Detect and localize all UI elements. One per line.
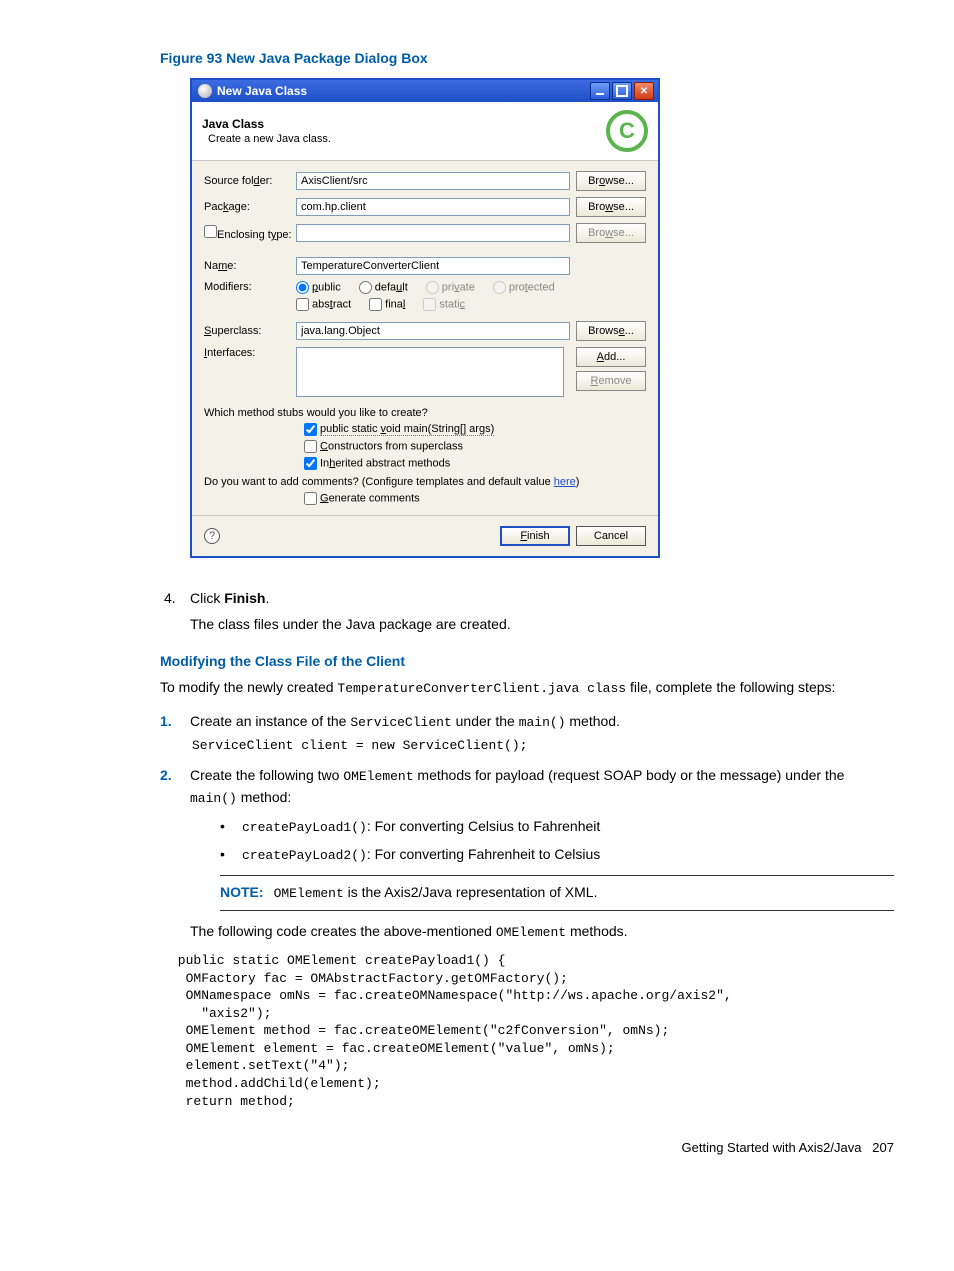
dialog-header-title: Java Class [202, 117, 606, 131]
modifiers-label: Modifiers: [204, 281, 296, 293]
code-createpayload: public static OMElement createPayload1()… [170, 952, 894, 1110]
browse-superclass-button[interactable]: Browse... [576, 321, 646, 341]
help-icon[interactable]: ? [204, 528, 220, 544]
comments-question: Do you want to add comments? (Configure … [204, 476, 646, 488]
heading-modify: Modifying the Class File of the Client [160, 653, 894, 669]
window-title: New Java Class [217, 84, 590, 98]
inherited-checkbox[interactable] [304, 457, 317, 470]
inherited-label: Inherited abstract methods [320, 457, 450, 469]
superclass-label: Superclass: [204, 325, 296, 337]
superclass-input[interactable] [296, 322, 570, 340]
constructors-checkbox[interactable] [304, 440, 317, 453]
following-code-intro: The following code creates the above-men… [190, 921, 894, 943]
static-checkbox [423, 298, 436, 311]
class-icon: C [606, 110, 648, 152]
generate-comments-checkbox[interactable] [304, 492, 317, 505]
interfaces-label: Interfaces: [204, 347, 296, 359]
source-folder-label: Source folder: [204, 175, 296, 187]
finish-button[interactable]: Finish [500, 526, 570, 546]
protected-radio [493, 281, 506, 294]
remove-interface-button: Remove [576, 371, 646, 391]
page-footer: Getting Started with Axis2/Java 207 [160, 1140, 894, 1155]
bullet-payload2: createPayLoad2(): For converting Fahrenh… [220, 844, 894, 866]
source-folder-input[interactable] [296, 172, 570, 190]
enclosing-type-label: Enclosing type: [204, 225, 296, 241]
substep-2: 2. Create the following two OMElement me… [160, 765, 894, 946]
add-interface-button[interactable]: Add... [576, 347, 646, 367]
dialog-header-desc: Create a new Java class. [208, 133, 606, 145]
bullet-payload1: createPayLoad1(): For converting Celsius… [220, 816, 894, 838]
wizard-icon [198, 84, 212, 98]
main-stub-label: public static void main(String[] args) [320, 423, 494, 436]
modify-intro: To modify the newly created TemperatureC… [160, 677, 894, 699]
interfaces-list[interactable] [296, 347, 564, 397]
name-input[interactable] [296, 257, 570, 275]
package-input[interactable] [296, 198, 570, 216]
enclosing-type-checkbox[interactable] [204, 225, 217, 238]
main-stub-checkbox[interactable] [304, 423, 317, 436]
constructors-label: Constructors from superclass [320, 440, 463, 452]
figure-caption: Figure 93 New Java Package Dialog Box [160, 50, 894, 66]
package-label: Package: [204, 201, 296, 213]
browse-enclosing-button: Browse... [576, 223, 646, 243]
browse-source-folder-button[interactable]: Browse... [576, 171, 646, 191]
titlebar: New Java Class [192, 80, 658, 102]
step-4: 4. Click Finish. [160, 588, 894, 608]
window-buttons [590, 82, 654, 100]
close-button[interactable] [634, 82, 654, 100]
generate-comments-label: Generate comments [320, 492, 420, 504]
final-checkbox[interactable] [369, 298, 382, 311]
note-omelement: NOTE:OMElement is the Axis2/Java represe… [220, 875, 894, 911]
new-java-class-dialog: New Java Class Java Class Create a new J… [190, 78, 660, 558]
name-label: Name: [204, 260, 296, 272]
here-link[interactable]: here [554, 476, 576, 488]
step-4-followup: The class files under the Java package a… [190, 614, 894, 635]
step-4-number: 4. [160, 588, 190, 608]
private-radio [426, 281, 439, 294]
default-radio[interactable] [359, 281, 372, 294]
stubs-question: Which method stubs would you like to cre… [204, 407, 646, 419]
code-serviceclient: ServiceClient client = new ServiceClient… [192, 738, 894, 755]
cancel-button[interactable]: Cancel [576, 526, 646, 546]
minimize-button[interactable] [590, 82, 610, 100]
public-radio[interactable] [296, 281, 309, 294]
maximize-button[interactable] [612, 82, 632, 100]
browse-package-button[interactable]: Browse... [576, 197, 646, 217]
enclosing-type-input[interactable] [296, 224, 570, 242]
dialog-header: Java Class Create a new Java class. C [192, 102, 658, 161]
substep-1: 1. Create an instance of the ServiceClie… [160, 711, 894, 733]
abstract-checkbox[interactable] [296, 298, 309, 311]
